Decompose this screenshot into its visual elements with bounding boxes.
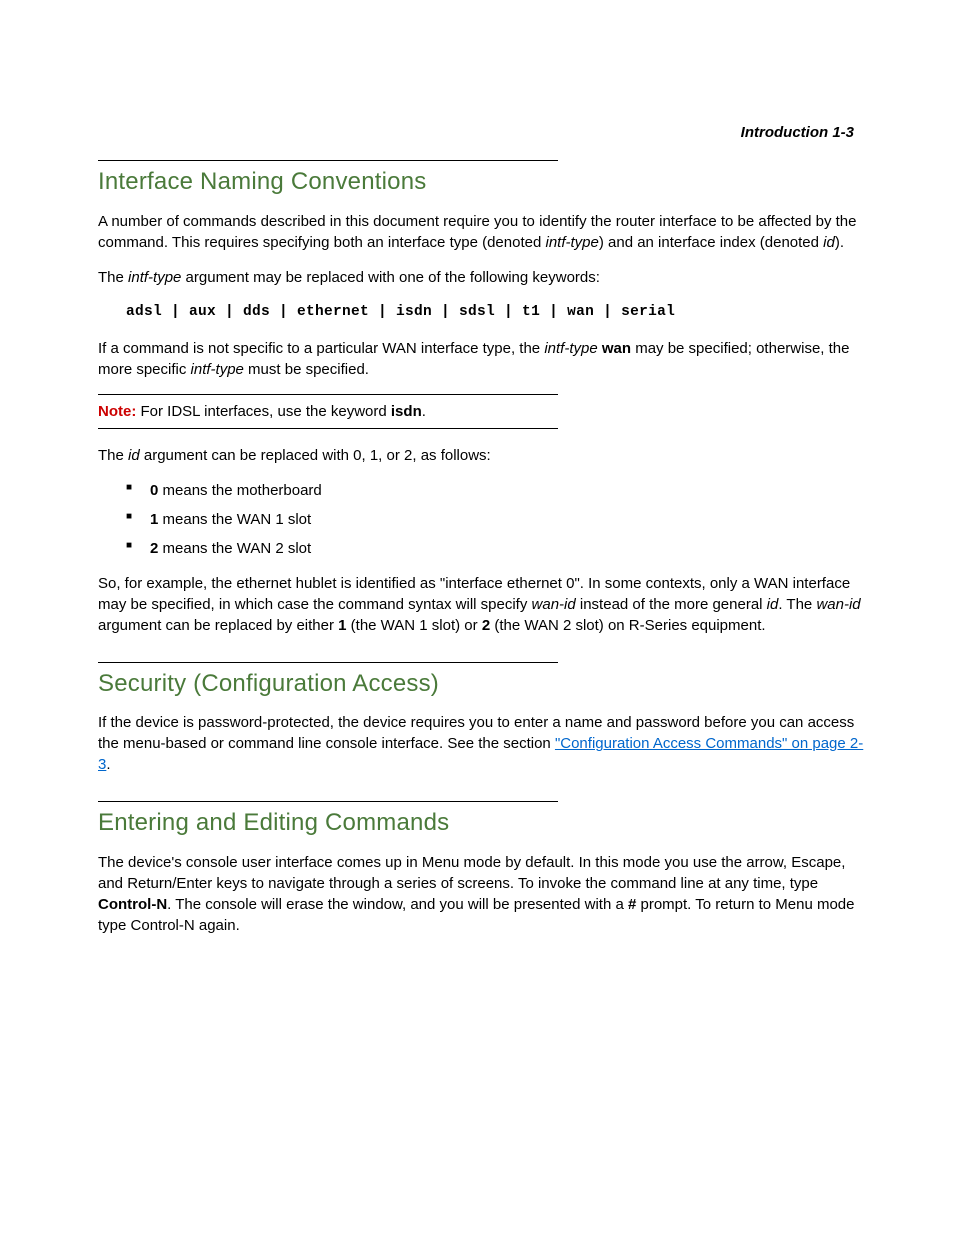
text: argument may be replaced with one of the…: [181, 269, 600, 286]
text: argument can be replaced with 0, 1, or 2…: [140, 447, 491, 464]
term-id: id: [128, 447, 140, 464]
section-divider: [98, 160, 558, 161]
paragraph: If the device is password-protected, the…: [98, 712, 874, 775]
term-id: id: [767, 596, 779, 613]
note-label: Note:: [98, 403, 136, 420]
text: The device's console user interface come…: [98, 854, 845, 892]
text: means the WAN 2 slot: [158, 540, 311, 557]
page-content: Interface Naming Conventions A number of…: [98, 160, 874, 936]
section-heading-security: Security (Configuration Access): [98, 667, 874, 701]
text: must be specified.: [244, 361, 369, 378]
text: ) and an interface index (denoted: [599, 234, 823, 251]
note-text: For IDSL interfaces, use the keyword: [136, 403, 391, 420]
text: (the WAN 1 slot) or: [347, 617, 482, 634]
term-intf-type: intf-type: [545, 234, 598, 251]
text: .: [106, 756, 110, 773]
list-item: 0 means the motherboard: [126, 480, 874, 501]
term-wan-id: wan-id: [816, 596, 860, 613]
text: . The: [778, 596, 816, 613]
list-item: 1 means the WAN 1 slot: [126, 509, 874, 530]
paragraph: The device's console user interface come…: [98, 852, 874, 936]
paragraph: A number of commands described in this d…: [98, 211, 874, 253]
paragraph: The intf-type argument may be replaced w…: [98, 267, 874, 288]
paragraph: If a command is not specific to a partic…: [98, 338, 874, 380]
keyword-list: adsl | aux | dds | ethernet | isdn | sds…: [126, 302, 874, 322]
section-divider: [98, 801, 558, 802]
keyword-isdn: isdn: [391, 403, 422, 420]
text: If a command is not specific to a partic…: [98, 340, 544, 357]
section-divider: [98, 662, 558, 663]
text: (the WAN 2 slot) on R-Series equipment.: [490, 617, 765, 634]
section-heading-entering-editing: Entering and Editing Commands: [98, 806, 874, 840]
term-id: id: [823, 234, 835, 251]
term-intf-type: intf-type: [544, 340, 597, 357]
text: The: [98, 269, 128, 286]
keyword-wan: wan: [602, 340, 631, 357]
text: The: [98, 447, 128, 464]
text: instead of the more general: [576, 596, 767, 613]
term-intf-type: intf-type: [128, 269, 181, 286]
term-wan-id: wan-id: [532, 596, 576, 613]
paragraph: The id argument can be replaced with 0, …: [98, 445, 874, 466]
value-1: 1: [338, 617, 346, 634]
running-header: Introduction 1-3: [741, 122, 854, 143]
document-page: Introduction 1-3 Interface Naming Conven…: [0, 0, 954, 1235]
text: means the motherboard: [158, 482, 321, 499]
value-2: 2: [482, 617, 490, 634]
section-heading-interface-naming: Interface Naming Conventions: [98, 165, 874, 199]
id-values-list: 0 means the motherboard 1 means the WAN …: [126, 480, 874, 559]
text: ).: [835, 234, 844, 251]
note-callout: Note: For IDSL interfaces, use the keywo…: [98, 394, 558, 429]
text: . The console will erase the window, and…: [167, 896, 628, 913]
term-intf-type: intf-type: [191, 361, 244, 378]
key-control-n: Control-N: [98, 896, 167, 913]
paragraph: So, for example, the ethernet hublet is …: [98, 573, 874, 636]
list-item: 2 means the WAN 2 slot: [126, 538, 874, 559]
text: argument can be replaced by either: [98, 617, 338, 634]
note-text: .: [422, 403, 426, 420]
text: means the WAN 1 slot: [158, 511, 311, 528]
